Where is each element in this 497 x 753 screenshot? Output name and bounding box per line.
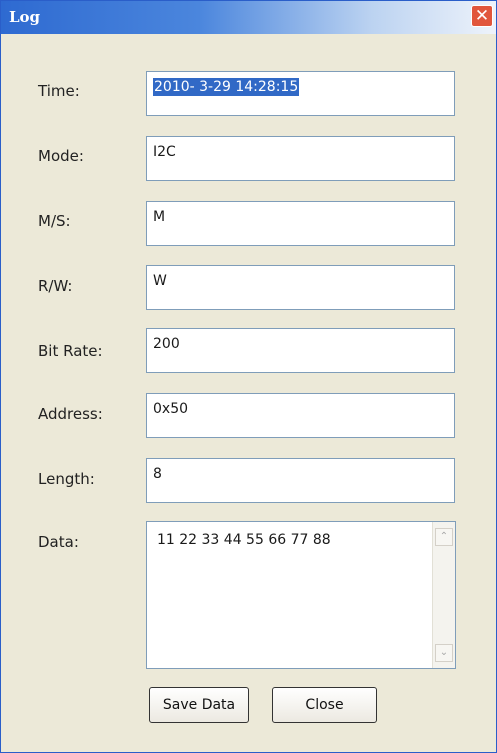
title-bar[interactable]: Log ✕: [1, 1, 496, 34]
ms-label: M/S:: [38, 212, 71, 230]
scroll-up-icon[interactable]: ⌃: [435, 528, 453, 546]
bitrate-label: Bit Rate:: [38, 342, 103, 360]
mode-field[interactable]: I2C: [146, 136, 455, 181]
length-label: Length:: [38, 470, 95, 488]
close-button[interactable]: Close: [272, 687, 377, 723]
data-label: Data:: [38, 533, 79, 551]
rw-value: W: [153, 273, 167, 289]
bitrate-field[interactable]: 200: [146, 328, 455, 373]
data-textarea[interactable]: 11 22 33 44 55 66 77 88 ⌃ ⌄: [146, 521, 456, 669]
ms-field[interactable]: M: [146, 201, 455, 246]
time-label: Time:: [38, 82, 80, 100]
window-title: Log: [9, 8, 41, 26]
close-icon[interactable]: ✕: [471, 5, 493, 27]
address-value: 0x50: [153, 401, 189, 417]
data-value: 11 22 33 44 55 66 77 88: [157, 532, 331, 548]
rw-label: R/W:: [38, 277, 73, 295]
address-field[interactable]: 0x50: [146, 393, 455, 438]
length-value: 8: [153, 466, 162, 482]
ms-value: M: [153, 209, 166, 225]
mode-label: Mode:: [38, 147, 84, 165]
vertical-scrollbar[interactable]: ⌃ ⌄: [432, 522, 455, 668]
address-label: Address:: [38, 405, 103, 423]
scroll-down-icon[interactable]: ⌄: [435, 644, 453, 662]
mode-value: I2C: [153, 144, 176, 160]
log-dialog: Log ✕ Time: Mode: M/S: R/W: Bit Rate: Ad…: [0, 0, 497, 753]
bitrate-value: 200: [153, 336, 180, 352]
save-data-button[interactable]: Save Data: [149, 687, 249, 723]
time-field[interactable]: 2010- 3-29 14:28:15: [146, 71, 455, 116]
rw-field[interactable]: W: [146, 265, 455, 310]
length-field[interactable]: 8: [146, 458, 455, 503]
time-value: 2010- 3-29 14:28:15: [153, 78, 300, 96]
